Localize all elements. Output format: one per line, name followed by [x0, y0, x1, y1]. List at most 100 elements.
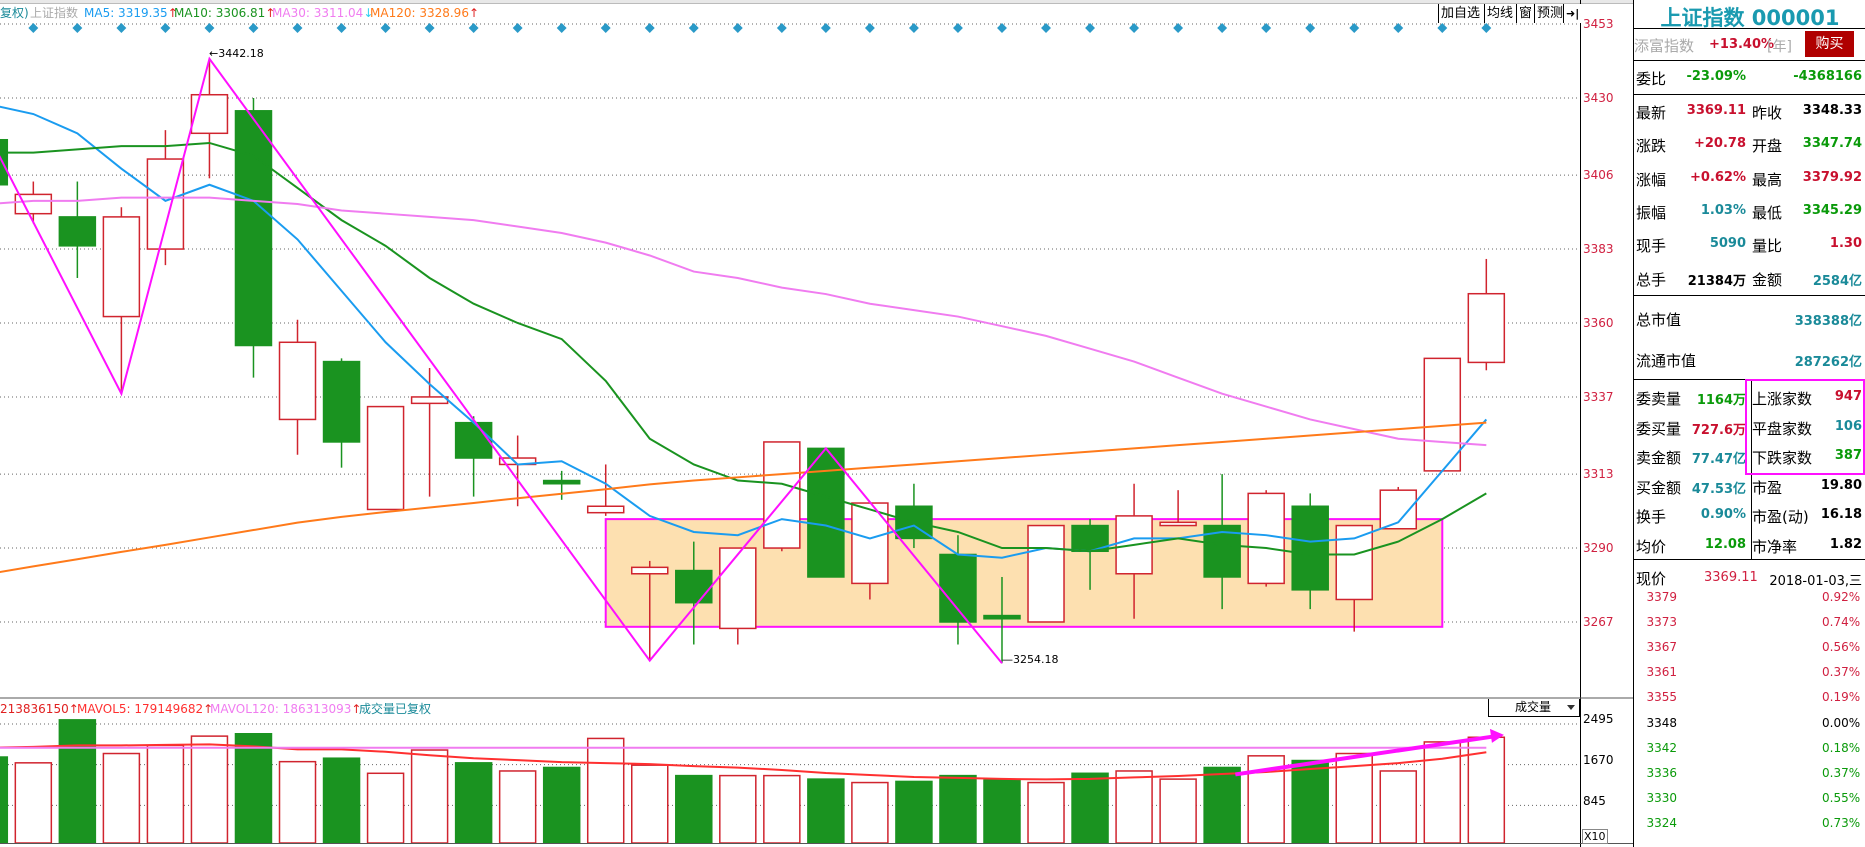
- candle-down: [939, 553, 977, 623]
- quote-label: 市净率: [1752, 538, 1798, 556]
- forecast-button[interactable]: 预测: [1534, 4, 1566, 23]
- high-annotation: ←3442.18: [209, 47, 264, 60]
- price-tick: 3383: [1583, 242, 1614, 257]
- index-name-label: 上证指数: [30, 6, 79, 20]
- quote-value: 5090: [1709, 236, 1746, 252]
- signal-diamond-marker: [292, 23, 303, 33]
- now-price-label: 现价: [1636, 570, 1667, 588]
- intraday-percent-tick: 0.74%: [1822, 615, 1861, 630]
- quote-value: -23.09%: [1686, 69, 1746, 84]
- price-tick: 3360: [1583, 315, 1614, 330]
- volume-bar: [895, 780, 933, 844]
- quote-label: 昨收: [1752, 104, 1783, 122]
- volume-bar: [851, 781, 889, 844]
- low-annotation: —3254.18: [1002, 653, 1059, 666]
- signal-diamond-marker: [1085, 23, 1095, 33]
- volume-bar: [14, 762, 53, 844]
- signal-diamond-marker: [1261, 23, 1272, 33]
- candle-down: [1291, 505, 1329, 591]
- candle-up: [1247, 492, 1285, 585]
- ma30-value: MA30: 3311.04: [272, 6, 364, 20]
- mavol120-value: MAVOL120: 186313093: [210, 702, 352, 716]
- signal-diamond-marker: [1349, 23, 1360, 33]
- intraday-percent-tick: 0.92%: [1822, 590, 1861, 604]
- volume-bar: [542, 766, 581, 844]
- intraday-price-tick: 3330: [1646, 790, 1677, 805]
- quote-value: 19.80: [1820, 477, 1862, 493]
- quote-value: 2584亿: [1812, 273, 1862, 289]
- indicator-selector[interactable]: 成交量: [1488, 699, 1580, 717]
- quote-value: 727.6万: [1691, 422, 1746, 438]
- volume-tick: 845: [1583, 794, 1606, 808]
- float-cap-label: 流通市值: [1636, 352, 1697, 370]
- signal-diamond-marker: [380, 23, 391, 33]
- intraday-percent-tick: 0.73%: [1822, 815, 1861, 830]
- signal-diamond-marker: [336, 23, 347, 33]
- signal-diamond-marker: [1173, 23, 1184, 33]
- intraday-percent-tick: 0.00%: [1822, 715, 1861, 730]
- signal-diamond-marker: [512, 23, 523, 33]
- volume-bar: [278, 760, 317, 844]
- intraday-price-tick: 3367: [1646, 640, 1677, 655]
- volume-bar: [0, 756, 9, 844]
- quote-value: 3369.11: [1686, 103, 1746, 118]
- quote-value: 1.30: [1829, 236, 1862, 252]
- signal-diamond-marker: [424, 23, 435, 33]
- quote-label: 涨幅: [1636, 170, 1667, 189]
- intraday-price-tick: 3361: [1646, 665, 1677, 680]
- quote-value: 1.03%: [1700, 202, 1746, 218]
- candle-up: [1335, 524, 1373, 601]
- candle-down: [454, 421, 493, 459]
- signal-diamond-marker: [1481, 23, 1492, 33]
- volume-bar: [1115, 770, 1153, 844]
- signal-diamond-marker: [1217, 23, 1228, 33]
- kline-chart[interactable]: [0, 0, 1633, 847]
- quote-label: 金额: [1752, 270, 1783, 289]
- volume-tick: 2495: [1583, 712, 1614, 726]
- price-tick: 3267: [1583, 614, 1614, 629]
- fund-name[interactable]: 添富指数: [1634, 35, 1694, 56]
- candle-down: [322, 360, 361, 443]
- volume-value: 213836150: [0, 702, 69, 716]
- signal-diamond-marker: [1041, 23, 1051, 33]
- price-tick: 3290: [1583, 541, 1614, 556]
- volume-bar: [1027, 781, 1065, 844]
- ma-lines-button[interactable]: 均线: [1484, 4, 1516, 23]
- intraday-price-tick: 3355: [1646, 690, 1677, 705]
- quote-label: 市盈(动): [1752, 508, 1809, 527]
- window-button[interactable]: 窗: [1516, 4, 1535, 23]
- quote-label: 总手: [1636, 270, 1667, 289]
- ma5-value: MA5: 3319.35: [84, 6, 168, 20]
- quote-label: 振幅: [1636, 203, 1667, 222]
- signal-diamond-marker: [1305, 23, 1316, 33]
- volume-bar: [322, 757, 361, 844]
- collapse-panel-icon[interactable]: ➜|: [1563, 4, 1581, 23]
- buy-button[interactable]: 购买: [1805, 31, 1854, 57]
- candle-up: [190, 93, 229, 135]
- volume-bar: [719, 774, 757, 844]
- intraday-price-tick: 3324: [1646, 815, 1677, 830]
- volume-bar: [366, 772, 405, 844]
- intraday-percent-tick: 0.37%: [1822, 765, 1861, 780]
- signal-diamond-marker: [600, 23, 611, 33]
- intraday-price-tick: 3373: [1646, 615, 1677, 630]
- quote-value: 0.90%: [1700, 507, 1746, 523]
- intraday-price-tick: 3379: [1646, 590, 1677, 604]
- signal-diamond-marker: [28, 23, 39, 33]
- quote-label: 开盘: [1752, 137, 1783, 156]
- quote-value: 1.82: [1829, 537, 1862, 552]
- float-cap-value: 287262亿: [1794, 355, 1862, 370]
- signal-diamond-marker: [204, 23, 215, 33]
- candle-up: [410, 396, 449, 405]
- candle-up: [1159, 521, 1197, 527]
- candle-down: [234, 110, 273, 347]
- price-tick: 3430: [1583, 90, 1614, 105]
- quote-label: 卖金额: [1636, 449, 1682, 468]
- price-tick: 3313: [1583, 467, 1614, 482]
- signal-diamond-marker: [160, 23, 171, 33]
- quote-label: 现手: [1636, 237, 1667, 256]
- now-price-value: 3369.11: [1704, 570, 1758, 585]
- candle-down: [983, 614, 1021, 620]
- add-watchlist-button[interactable]: 加自选: [1438, 4, 1483, 23]
- volume-adjusted-note: 成交量已复权: [359, 702, 432, 716]
